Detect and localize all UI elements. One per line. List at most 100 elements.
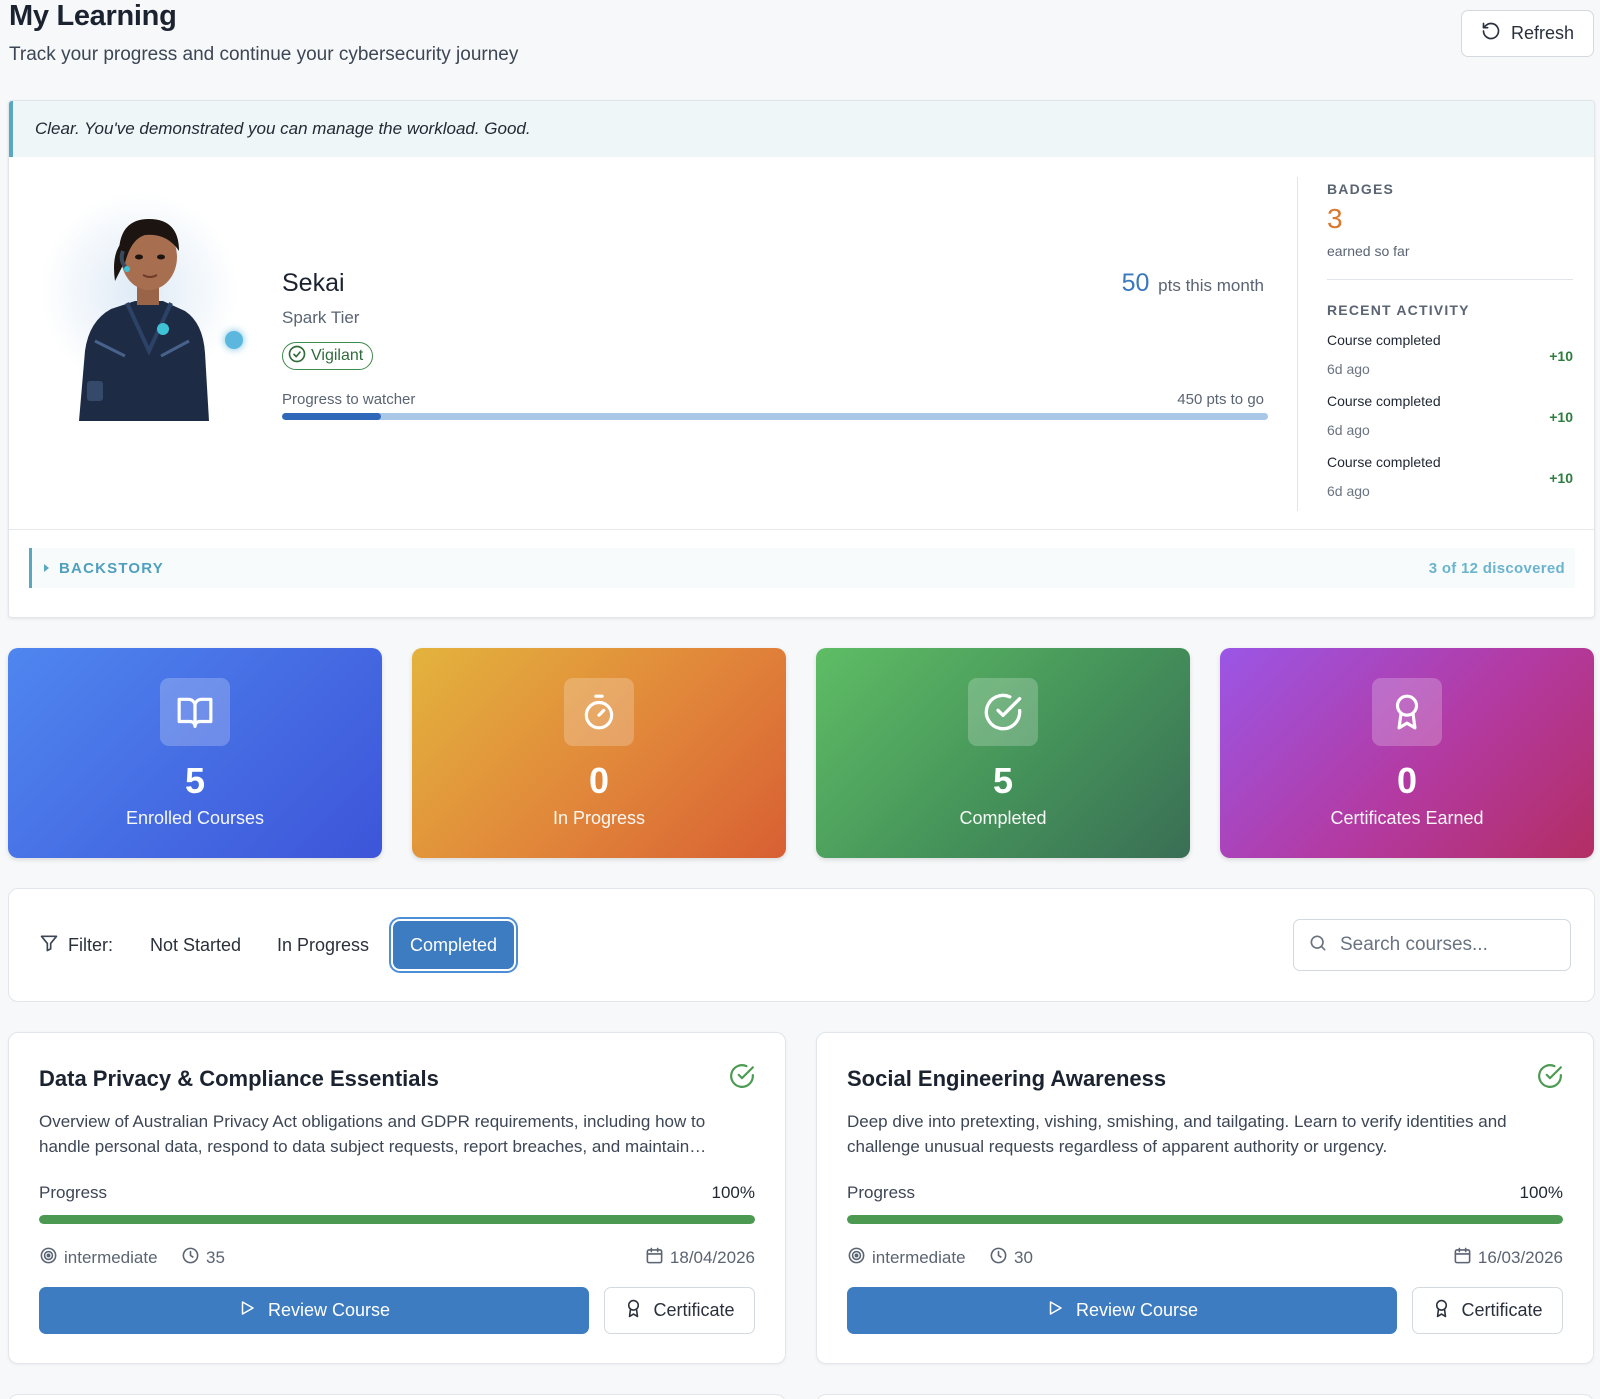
course-progress-value: 100% [711, 1183, 755, 1202]
backstory-label: BACKSTORY [59, 559, 164, 577]
certificate-button[interactable]: Certificate [1412, 1287, 1563, 1334]
check-circle-icon [288, 345, 306, 368]
activity-points: +10 [1549, 409, 1573, 425]
profile-sidebar: BADGES 3 earned so far RECENT ACTIVITY C… [1327, 181, 1573, 509]
course-progress-value: 100% [1519, 1183, 1563, 1202]
refresh-button[interactable]: Refresh [1461, 10, 1594, 57]
filter-not-started[interactable]: Not Started [133, 921, 258, 969]
activity-points: +10 [1549, 348, 1573, 364]
book-open-icon [160, 678, 230, 746]
course-level-text: intermediate [872, 1248, 966, 1267]
course-title: Data Privacy & Compliance Essentials [39, 1066, 439, 1091]
tier-progress-remaining: 450 pts to go [1177, 391, 1264, 408]
clock-icon [181, 1246, 200, 1270]
activity-time: 6d ago [1327, 361, 1370, 377]
avatar-illustration [79, 219, 209, 421]
activity-title: Course completed [1327, 454, 1441, 470]
activity-time: 6d ago [1327, 422, 1370, 438]
activity-title: Course completed [1327, 393, 1441, 409]
trait-chip: Vigilant [282, 342, 374, 370]
course-duration-text: 35 [206, 1248, 225, 1267]
calendar-icon [645, 1246, 664, 1270]
stat-in-progress: 0 In Progress [412, 648, 786, 858]
stat-label: Enrolled Courses [125, 808, 265, 828]
course-card-partial [816, 1394, 1594, 1399]
avatar [39, 181, 243, 421]
filter-in-progress[interactable]: In Progress [260, 921, 386, 969]
course-level: intermediate [39, 1246, 158, 1270]
activity-time: 6d ago [1327, 483, 1370, 499]
activity-item: Course completed 6d ago +10 [1327, 448, 1573, 509]
stat-value: 5 [992, 760, 1014, 801]
timer-icon [564, 678, 634, 746]
mentor-quote: Clear. You've demonstrated you can manag… [9, 101, 1594, 157]
calendar-icon [1453, 1246, 1472, 1270]
stats-row: 5 Enrolled Courses 0 In Progress 5 Compl… [8, 648, 1595, 858]
filter-bar: Filter: Not Started In Progress Complete… [8, 888, 1595, 1002]
online-status-dot [225, 331, 243, 349]
course-duration-text: 30 [1014, 1248, 1033, 1267]
completed-check-icon [1537, 1063, 1563, 1094]
course-level-text: intermediate [64, 1248, 158, 1267]
monthly-points-label: pts this month [1158, 276, 1264, 295]
course-date-text: 18/04/2026 [669, 1248, 755, 1267]
activity-points: +10 [1549, 470, 1573, 486]
activity-item: Course completed 6d ago +10 [1327, 326, 1573, 387]
completed-check-icon [729, 1063, 755, 1094]
stat-label: Certificates Earned [1330, 808, 1484, 828]
play-icon [1046, 1299, 1064, 1322]
course-progress-fill [847, 1215, 1563, 1224]
search-field [1293, 919, 1571, 971]
monthly-points: 50 pts this month [1122, 269, 1264, 298]
activity-title: Course completed [1327, 332, 1441, 348]
page: My Learning Track your progress and cont… [8, 0, 1595, 1399]
target-icon [847, 1246, 866, 1270]
stat-enrolled-courses: 5 Enrolled Courses [8, 648, 382, 858]
backstory-count: 3 of 12 discovered [1428, 559, 1565, 577]
caret-right-icon [44, 564, 49, 572]
review-course-label: Review Course [267, 1300, 391, 1320]
course-level: intermediate [847, 1246, 966, 1270]
award-icon [1372, 678, 1442, 746]
stat-value: 0 [1396, 760, 1418, 801]
review-course-button[interactable]: Review Course [39, 1287, 589, 1334]
search-icon [1308, 933, 1328, 958]
review-course-label: Review Course [1075, 1300, 1199, 1320]
tier-progress-bar [282, 413, 1268, 420]
play-icon [238, 1299, 256, 1322]
trait-label: Vigilant [311, 347, 364, 364]
course-description: Overview of Australian Privacy Act oblig… [39, 1112, 706, 1156]
course-progress-bar [39, 1215, 755, 1224]
course-progress-label: Progress [847, 1183, 916, 1202]
clock-icon [989, 1246, 1008, 1270]
course-date: 18/04/2026 [645, 1246, 755, 1270]
badges-count: 3 [1327, 203, 1343, 234]
certificate-button[interactable]: Certificate [604, 1287, 755, 1334]
activity-item: Course completed 6d ago +10 [1327, 387, 1573, 448]
monthly-points-value: 50 [1121, 269, 1150, 297]
course-duration: 30 [989, 1246, 1033, 1270]
course-progress-fill [39, 1215, 755, 1224]
stat-value: 0 [588, 760, 610, 801]
course-card-partial [8, 1394, 786, 1399]
course-date-text: 16/03/2026 [1477, 1248, 1563, 1267]
stat-label: Completed [959, 808, 1047, 828]
search-input[interactable] [1340, 934, 1540, 956]
award-icon [624, 1299, 643, 1323]
backstory-toggle[interactable]: BACKSTORY 3 of 12 discovered [29, 548, 1575, 588]
filter-completed[interactable]: Completed [393, 921, 515, 969]
filter-label-text: Filter: [68, 935, 113, 955]
page-subtitle: Track your progress and continue your cy… [9, 44, 519, 65]
sidebar-separator [1327, 279, 1573, 280]
check-circle-icon [968, 678, 1038, 746]
review-course-button[interactable]: Review Course [847, 1287, 1397, 1334]
course-card: Social Engineering Awareness Deep dive i… [816, 1032, 1594, 1364]
stat-certificates-earned: 0 Certificates Earned [1220, 648, 1594, 858]
course-title: Social Engineering Awareness [847, 1066, 1167, 1091]
course-card: Data Privacy & Compliance Essentials Ove… [8, 1032, 786, 1364]
certificate-label: Certificate [1461, 1300, 1543, 1320]
profile-card: Clear. You've demonstrated you can manag… [8, 100, 1595, 618]
tier-progress-fill [282, 413, 381, 420]
badges-heading: BADGES [1327, 181, 1395, 197]
backstory-divider [9, 529, 1594, 530]
